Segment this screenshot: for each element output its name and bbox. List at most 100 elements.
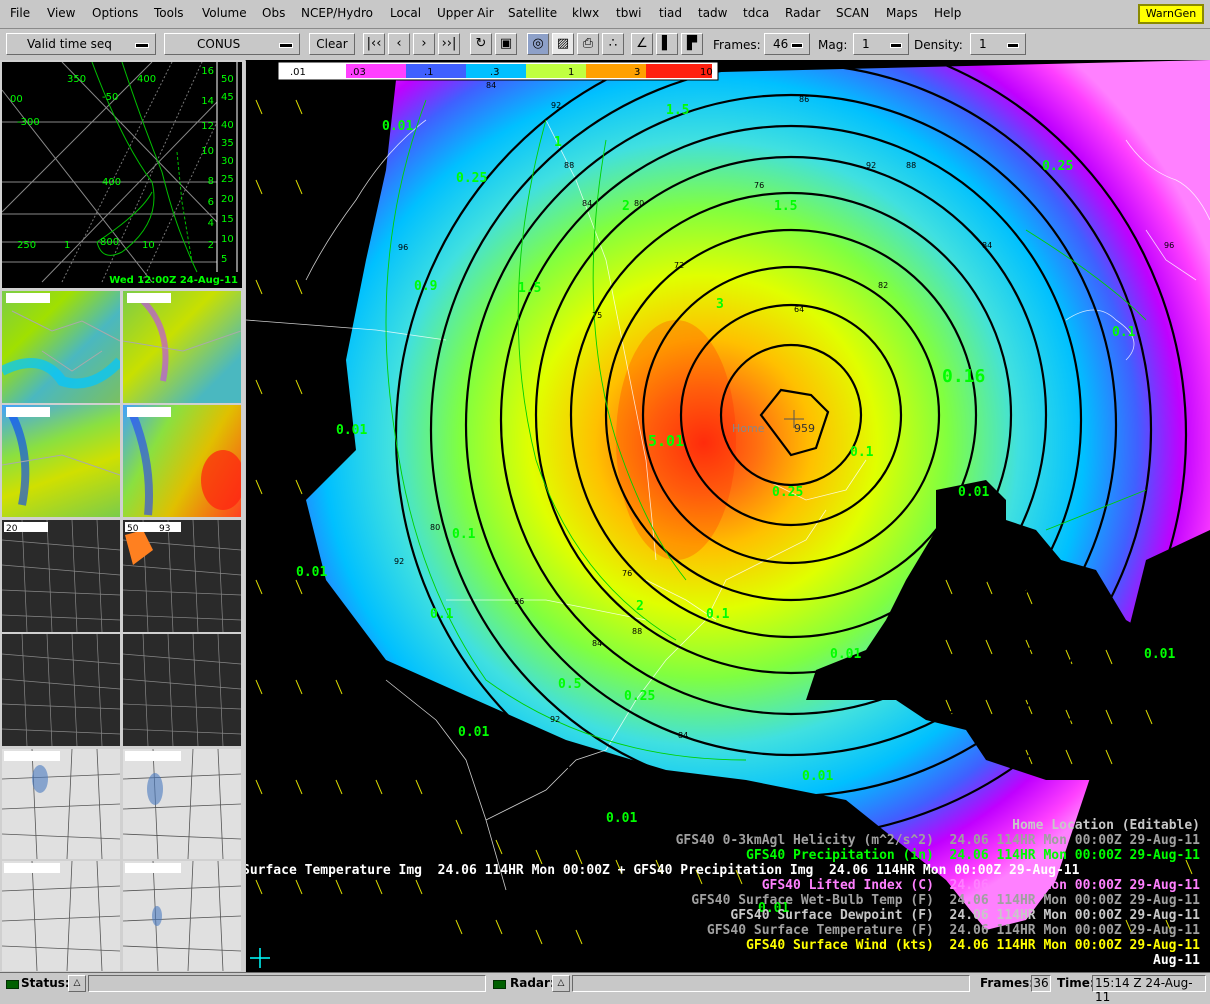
legend-dewpoint[interactable]: GFS40 Surface Dewpoint (F) 24.06 114HR M… xyxy=(730,908,1200,923)
scale-dropdown[interactable]: CONUS xyxy=(164,33,300,55)
skewt-label: 10 xyxy=(142,240,155,251)
legend-temperature-image[interactable]: Surface Temperature Img 24.06 114HR Mon … xyxy=(246,863,1079,878)
main-map-display[interactable]: 959 Home 0.01 0.25 1.5 1 2 1.5 0.25 0.9 … xyxy=(246,60,1210,972)
status-expand-icon[interactable]: △ xyxy=(68,975,86,992)
thumbnail-map xyxy=(2,861,120,971)
menu-scan[interactable]: SCAN xyxy=(836,6,869,20)
skewt-label: -50 xyxy=(102,92,118,103)
legend-surface-temperature[interactable]: GFS40 Surface Temperature (F) 24.06 114H… xyxy=(707,923,1200,938)
home-location-label: Home xyxy=(732,422,765,435)
scale-value: CONUS xyxy=(197,37,241,51)
thumbnail-pane[interactable] xyxy=(123,749,241,859)
menu-volume[interactable]: Volume xyxy=(202,6,247,20)
menu-klwx[interactable]: klwx xyxy=(572,6,599,20)
single-panel-icon[interactable]: ▌ xyxy=(656,33,678,55)
thumbnail-pane[interactable]: 50 93 xyxy=(123,520,241,632)
dropdown-arrow-icon xyxy=(135,43,149,48)
skewt-pane[interactable]: 350 400 -50 -300 00 400 250 1 800 10 16 … xyxy=(2,62,242,288)
legend-helicity[interactable]: GFS40 0-3kmAgl Helicity (m^2/s^2) 24.06 … xyxy=(676,833,1200,848)
mag-dropdown[interactable]: 1 xyxy=(853,33,909,55)
thumbnail-pane[interactable] xyxy=(2,405,120,517)
menu-tadw[interactable]: tadw xyxy=(698,6,728,20)
precip-label: 0.01 xyxy=(458,725,489,740)
loop-icon[interactable]: ↻ xyxy=(470,33,492,55)
thumbnail-pane[interactable] xyxy=(2,861,120,971)
scale-label: 15 xyxy=(221,214,234,225)
legend-surface-wind[interactable]: GFS40 Surface Wind (kts) 24.06 114HR Mon… xyxy=(746,938,1200,953)
legend-home-location[interactable]: Home Location (Editable) xyxy=(1012,818,1200,833)
dropdown-arrow-icon xyxy=(890,43,902,48)
warngen-button[interactable]: WarnGen xyxy=(1138,4,1204,24)
thumbnail-pane[interactable] xyxy=(2,634,120,746)
thumbnail-pane[interactable] xyxy=(2,749,120,859)
menu-upper-air[interactable]: Upper Air xyxy=(437,6,494,20)
precip-label: 0.1 xyxy=(850,445,874,460)
precip-label: 0.9 xyxy=(414,279,437,294)
display-properties-icon[interactable]: ▨ xyxy=(552,33,574,55)
colorbar-tick: 1 xyxy=(568,67,574,78)
menu-radar[interactable]: Radar xyxy=(785,6,820,20)
menu-help[interactable]: Help xyxy=(934,6,961,20)
menu-obs[interactable]: Obs xyxy=(262,6,285,20)
legend-wet-bulb[interactable]: GFS40 Surface Wet-Bulb Temp (F) 24.06 11… xyxy=(691,893,1200,908)
skewt-time-label: Wed 12:00Z 24-Aug-11 xyxy=(109,275,238,286)
menu-tbwi[interactable]: tbwi xyxy=(616,6,641,20)
points-icon[interactable]: ∴ xyxy=(602,33,624,55)
thumbnail-pane[interactable] xyxy=(2,291,120,403)
menu-view[interactable]: View xyxy=(47,6,75,20)
radar-message-box xyxy=(572,975,970,992)
thumbnail-map xyxy=(2,293,120,389)
frames-dropdown[interactable]: 46 xyxy=(764,33,810,55)
temp-label: 86 xyxy=(799,95,809,104)
temp-label: 80 xyxy=(634,199,644,208)
thumbnail-pane[interactable] xyxy=(123,861,241,971)
clear-button[interactable]: Clear xyxy=(309,33,355,55)
density-dropdown[interactable]: 1 xyxy=(970,33,1026,55)
thumbnail-map xyxy=(123,293,241,382)
step-back-icon[interactable]: ‹ xyxy=(388,33,410,55)
precip-label: 0.1 xyxy=(706,607,730,622)
precip-label: 0.01 xyxy=(1144,647,1175,662)
temp-label: 96 xyxy=(398,243,408,252)
temp-label: 88 xyxy=(632,627,642,636)
last-frame-icon[interactable]: ››| xyxy=(438,33,460,55)
rock-icon[interactable]: ▣ xyxy=(495,33,517,55)
thumbnail-legend: 93 xyxy=(159,524,170,534)
precip-label: 2 xyxy=(636,599,644,614)
menu-options[interactable]: Options xyxy=(92,6,138,20)
temp-label: 76 xyxy=(754,181,764,190)
frames-label: Frames: xyxy=(713,38,761,52)
baselines-icon[interactable]: ∠ xyxy=(631,33,653,55)
legend-continuation: Aug-11 xyxy=(1153,953,1200,968)
thumbnail-pane[interactable] xyxy=(123,291,241,403)
menu-ncep-hydro[interactable]: NCEP/Hydro xyxy=(301,6,373,20)
thumbnail-pane[interactable]: 20 xyxy=(2,520,120,632)
menu-file[interactable]: File xyxy=(10,6,30,20)
temp-label: 92 xyxy=(550,715,560,724)
menu-satellite[interactable]: Satellite xyxy=(508,6,557,20)
time-mode-dropdown[interactable]: Valid time seq xyxy=(6,33,156,55)
thumbnail-pane[interactable] xyxy=(123,405,241,517)
density-label: Density: xyxy=(914,38,963,52)
thumbnail-map xyxy=(123,634,241,746)
precip-label: 0.01 xyxy=(830,647,861,662)
menu-tools[interactable]: Tools xyxy=(154,6,184,20)
radar-expand-icon[interactable]: △ xyxy=(552,975,570,992)
temp-label: 72 xyxy=(674,261,684,270)
dropdown-arrow-icon xyxy=(791,43,803,48)
image-properties-icon[interactable]: ◎ xyxy=(527,33,549,55)
menu-tiad[interactable]: tiad xyxy=(659,6,682,20)
first-frame-icon[interactable]: |‹‹ xyxy=(363,33,385,55)
time-mode-value: Valid time seq xyxy=(27,37,112,51)
step-forward-icon[interactable]: › xyxy=(413,33,435,55)
menu-tdca[interactable]: tdca xyxy=(743,6,769,20)
legend-precipitation[interactable]: GFS40 Precipitation (in) 24.06 114HR Mon… xyxy=(746,848,1200,863)
legend-lifted-index[interactable]: GFS40 Lifted Index (C) 24.06 114HR Mon 0… xyxy=(762,878,1200,893)
thumbnail-legend: 20 xyxy=(6,524,18,534)
thumbnail-pane[interactable] xyxy=(123,634,241,746)
temp-label: 84 xyxy=(678,731,688,740)
menu-maps[interactable]: Maps xyxy=(886,6,918,20)
menu-local[interactable]: Local xyxy=(390,6,421,20)
print-icon[interactable]: ⎙ xyxy=(577,33,599,55)
four-panel-icon[interactable]: ▛ xyxy=(681,33,703,55)
